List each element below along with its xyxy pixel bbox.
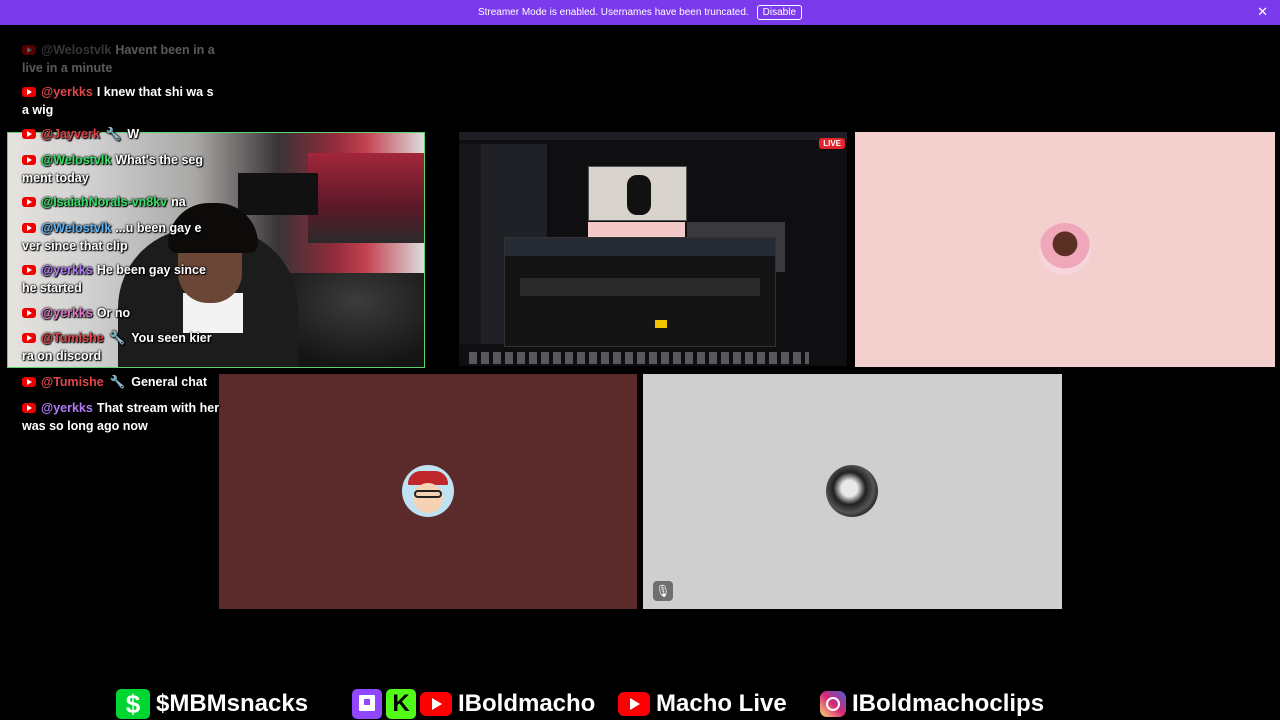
screen-nested-webcam <box>588 166 687 221</box>
streamer-mode-banner: Streamer Mode is enabled. Usernames have… <box>0 0 1280 25</box>
webcam-background-tv <box>238 173 318 215</box>
chat-text: Or no <box>96 306 131 320</box>
social-youtube-main: IBoldmacho <box>420 688 595 720</box>
participant-avatar <box>1039 223 1091 275</box>
chat-message: @IsaiahNorals-vn8kv na <box>22 194 186 212</box>
chat-text: General chat <box>131 375 207 389</box>
chat-message: @yerkks That stream with her was so long … <box>22 400 222 435</box>
youtube-icon <box>22 129 36 139</box>
chat-username: @yerkks <box>41 306 93 320</box>
chat-message: @Tumishe 🔧 General chat <box>22 374 207 392</box>
chat-message: @yerkks He been gay since he started <box>22 262 222 297</box>
social-handle-label: IBoldmacho <box>458 690 596 717</box>
participant-tile-maroon[interactable] <box>219 374 637 609</box>
youtube-icon <box>618 692 650 716</box>
moderator-badge-icon: 🔧 <box>109 331 126 345</box>
chat-message: @Welostvlk Havent been in a live in a min… <box>22 42 222 77</box>
disable-streamer-mode-button[interactable]: Disable <box>756 5 803 20</box>
chat-text: na <box>171 195 186 209</box>
participant-tile-pink[interactable] <box>855 132 1275 367</box>
screen-browser-window <box>504 237 776 347</box>
social-twitch <box>352 688 388 720</box>
youtube-icon <box>22 377 36 387</box>
chat-username: @IsaiahNorals-vn8kv <box>41 195 168 209</box>
chat-username: @Welostvlk <box>41 153 112 167</box>
muted-mic-icon: 🎙 <box>653 581 673 601</box>
chat-username: @Welostvlk <box>41 221 112 235</box>
social-handle-label: IBoldmachoclips <box>852 690 1045 717</box>
chat-username: @Tumishe <box>41 331 104 345</box>
social-cashapp: $ $MBMsnacks <box>116 688 308 720</box>
moderator-badge-icon: 🔧 <box>105 127 122 141</box>
screen-menubar <box>459 132 847 140</box>
youtube-icon <box>22 45 36 55</box>
youtube-icon <box>22 265 36 275</box>
screen-share-tile[interactable]: LIVE <box>459 132 847 366</box>
chat-text: W <box>127 127 140 141</box>
kick-icon: K <box>386 689 416 719</box>
youtube-icon <box>22 155 36 165</box>
cash-app-icon: $ <box>116 689 150 719</box>
live-badge: LIVE <box>819 138 845 149</box>
chat-message: @Welostvlk ...u been gay e ver since that… <box>22 220 222 255</box>
participant-tile-gray[interactable]: 🎙 <box>643 374 1062 609</box>
instagram-icon <box>820 691 846 717</box>
banner-message: Streamer Mode is enabled. Usernames have… <box>477 7 749 18</box>
social-kick: K <box>386 688 422 720</box>
social-handle-label: $MBMsnacks <box>156 690 309 717</box>
chat-message: @yerkks I knew that shi wa s a wig <box>22 84 222 119</box>
webcam-background-shelf <box>308 153 424 243</box>
chat-username: @Tumishe <box>41 375 104 389</box>
youtube-icon <box>22 308 36 318</box>
youtube-icon <box>420 692 452 716</box>
social-youtube-live: Macho Live <box>618 688 787 720</box>
participant-avatar <box>402 465 454 517</box>
chat-message: @Jayverk 🔧 W <box>22 126 139 144</box>
screen-dock <box>469 352 809 364</box>
moderator-badge-icon: 🔧 <box>109 375 126 389</box>
chat-message: @Welostvlk What's the seg ment today <box>22 152 222 187</box>
youtube-icon <box>22 333 36 343</box>
chat-username: @yerkks <box>41 263 93 277</box>
chat-message: @yerkks Or no <box>22 305 130 323</box>
social-handle-label: Macho Live <box>656 690 787 717</box>
youtube-icon <box>22 87 36 97</box>
chat-username: @yerkks <box>41 401 93 415</box>
close-icon[interactable]: ✕ <box>1257 5 1268 19</box>
chat-message: @Tumishe 🔧 You seen kier ra on discord <box>22 330 222 365</box>
screen-server-sidebar <box>459 144 481 344</box>
chat-username: @yerkks <box>41 85 93 99</box>
youtube-icon <box>22 197 36 207</box>
chat-username: @Jayverk <box>41 127 100 141</box>
chat-username: @Welostvlk <box>41 43 112 57</box>
youtube-icon <box>22 403 36 413</box>
twitch-icon <box>352 689 382 719</box>
social-handles-bar: $ $MBMsnacks K IBoldmacho Macho Live IBo… <box>0 688 1280 720</box>
youtube-icon <box>22 223 36 233</box>
participant-avatar <box>826 465 878 517</box>
social-instagram: IBoldmachoclips <box>820 688 1044 720</box>
